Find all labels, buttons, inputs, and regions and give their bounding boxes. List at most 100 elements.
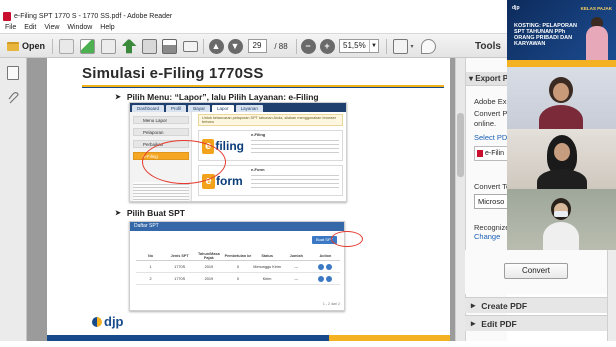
previous-page-button[interactable]: ▲ <box>208 38 224 54</box>
printer-icon <box>161 38 177 54</box>
folder-icon <box>6 41 19 51</box>
col-no: No <box>148 253 154 258</box>
pdf-file-icon <box>477 149 483 157</box>
bullet-arrow-icon: ➤ <box>115 210 121 217</box>
participant-avatar-face <box>554 143 570 161</box>
cell: 0 <box>236 276 240 281</box>
upload-arrow-icon <box>121 38 137 54</box>
video-tile-participant-1[interactable] <box>507 67 616 129</box>
fit-page-icon <box>392 38 408 54</box>
create-pdf-icon <box>58 38 74 54</box>
menu-help[interactable]: Help <box>100 24 114 31</box>
minus-icon: − <box>300 38 316 54</box>
selected-file-name: e-Filin <box>485 150 505 157</box>
cell: 2019 <box>204 264 214 269</box>
chevron-down-icon: ▼ <box>369 40 378 52</box>
comment-button[interactable] <box>420 38 436 54</box>
video-tile-participant-2[interactable] <box>507 129 616 189</box>
attachment-icon[interactable] <box>7 92 21 106</box>
video-tile-participant-3[interactable] <box>507 189 616 250</box>
menu-window[interactable]: Window <box>67 24 92 31</box>
djp-logo-text: djp <box>104 314 124 329</box>
banner-stripe <box>507 60 616 67</box>
create-pdf-button[interactable] <box>58 38 74 54</box>
chevron-right-icon: ▸ <box>471 318 476 328</box>
cell: 0 <box>236 264 240 269</box>
col-jenis-spt: Jenis SPT <box>170 253 189 258</box>
online-text: online. <box>474 119 497 128</box>
open-button[interactable]: Open <box>4 38 48 54</box>
edit-button[interactable] <box>79 38 95 54</box>
col-pembetulan: Pembetulan ke <box>224 253 252 258</box>
cell: 1770S <box>174 276 186 281</box>
scrollbar-thumb[interactable] <box>457 113 464 177</box>
video-tile-banner[interactable]: djp KELAS PAJAK KOSTING: PELAPORAN SPT T… <box>507 0 616 67</box>
tools-pane-scrollbar[interactable] <box>607 250 616 341</box>
bullet-step-1-text: Pilih Menu: “Lapor”, lalu Pilih Layanan:… <box>126 92 319 102</box>
bullet-step-1: ➤ Pilih Menu: “Lapor”, lalu Pilih Layana… <box>115 92 319 102</box>
document-scrollbar[interactable] <box>455 58 465 341</box>
notice-banner: Untuk kelancaran pelaporan SPT tahunan A… <box>198 114 343 126</box>
banner-djp-logo: djp <box>512 5 520 11</box>
select-pdf-link[interactable]: Select PDF <box>474 133 507 142</box>
side-item-menu-lapor: Menu Lapor <box>133 116 189 124</box>
fit-dropdown[interactable]: ▾ <box>408 38 416 54</box>
export-pdf-title: Export PDF <box>475 74 507 83</box>
navigation-panel <box>0 58 27 341</box>
change-language-link[interactable]: Change <box>474 232 500 241</box>
highlight-circle-buat-spt <box>331 231 363 247</box>
col-action: Action <box>319 253 332 258</box>
cell: 2 <box>149 276 152 281</box>
print-button[interactable] <box>161 38 177 54</box>
toolbar: Open ▲ ▼ 29 / 88 − + 51,5% ▼ ▾ Tools <box>0 33 507 58</box>
menu-file[interactable]: File <box>5 24 16 31</box>
fit-page-button[interactable] <box>392 38 408 54</box>
zoom-field[interactable]: 51,5% ▼ <box>339 39 379 53</box>
col-jumlah: Jumlah <box>289 253 303 258</box>
zoom-out-button[interactable]: − <box>300 38 316 54</box>
arrow-up-icon: ▲ <box>208 38 224 54</box>
menu-view[interactable]: View <box>44 24 59 31</box>
selected-file-chip[interactable]: e-Filin <box>474 146 507 161</box>
menu-edit[interactable]: Edit <box>24 24 36 31</box>
zoom-select[interactable]: 51,5% ▼ <box>338 38 380 54</box>
create-pdf-section-header[interactable]: ▸ Create PDF <box>465 297 608 313</box>
efiling-description <box>251 137 339 155</box>
next-page-button[interactable]: ▼ <box>227 38 243 54</box>
tab-profil: Profil <box>166 105 187 112</box>
convert-button[interactable]: Convert <box>504 263 568 279</box>
tools-tab[interactable]: Tools <box>474 38 502 54</box>
tab-lapor: Lapor <box>212 105 234 112</box>
adobe-export-text: Adobe Exp <box>474 97 507 106</box>
page-number-input[interactable]: 29 <box>247 39 267 53</box>
daftar-spt-screenshot: Daftar SPT Buat SPT No Jenis SPT Tahun/M… <box>129 221 345 311</box>
slide-footer-bar <box>47 335 450 341</box>
djponline-nav-tabs: Dashboard Profil Bayar Lapor Layanan <box>130 103 346 112</box>
zoom-in-button[interactable]: + <box>319 38 335 54</box>
cell: — <box>294 264 299 269</box>
page-number-field[interactable]: 29 <box>247 38 267 54</box>
export-pdf-section-header[interactable]: ▾ Export PDF <box>466 72 507 86</box>
title-bar: e-Filing SPT 1770 S - 1770 SS.pdf - Adob… <box>0 10 507 22</box>
edit-action-icon <box>318 275 325 282</box>
cell: Menunggu Kirim <box>253 264 281 269</box>
edit-action-icon <box>318 263 325 270</box>
comment-icon <box>420 38 436 54</box>
toolbar-divider <box>203 39 204 54</box>
cell: 1770S <box>174 264 186 269</box>
page-thumbnails-icon[interactable] <box>7 66 19 80</box>
tab-layanan: Layanan <box>235 105 263 112</box>
email-button[interactable] <box>182 38 198 54</box>
save-button[interactable] <box>141 38 157 54</box>
format-select[interactable]: Microso <box>474 194 507 209</box>
daftar-spt-header: Daftar SPT <box>130 222 344 231</box>
document-view[interactable]: Simulasi e-Filing 1770SS ➤ Pilih Menu: “… <box>27 58 465 341</box>
eform-description <box>251 172 339 190</box>
cell: 2019 <box>204 276 214 281</box>
recognize-text-label: Recognize <box>474 223 507 232</box>
page-total: / 88 <box>274 41 288 51</box>
view-action-icon <box>326 263 333 270</box>
edit-pdf-section-header[interactable]: ▸ Edit PDF <box>465 315 608 331</box>
share-button[interactable] <box>100 38 116 54</box>
upload-button[interactable] <box>121 38 137 54</box>
